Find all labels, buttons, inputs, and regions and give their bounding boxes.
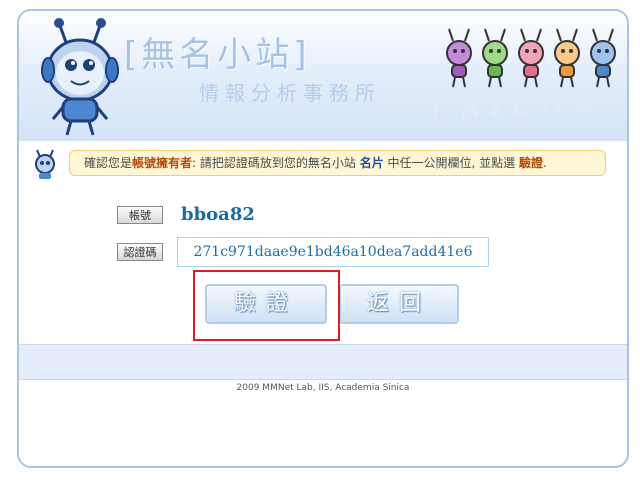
mascot-group-icon <box>446 28 616 88</box>
site-title: [無名小站] <box>124 35 311 75</box>
verify-highlight-box <box>193 270 340 341</box>
footer-bar <box>19 344 627 380</box>
instruction-message: 確認您是帳號擁有者: 請把認證碼放到您的無名小站 名片 中任一公開欄位, 並點選… <box>69 150 606 176</box>
notice-middle2: 中任一公開欄位, 並點選 <box>383 156 519 170</box>
code-label: 認證碼 <box>117 243 163 261</box>
verification-code-field[interactable]: 271c971daae9e1bd46a10dea7add41e6 <box>177 237 489 267</box>
verify-emphasis: 驗證 <box>519 156 544 170</box>
notice-prefix: 確認您是 <box>84 156 133 170</box>
mascot-small-icon <box>35 149 55 179</box>
account-value: bboa82 <box>181 204 255 225</box>
owner-emphasis: 帳號擁有者 <box>132 156 193 170</box>
site-subtitle: 情報分析事務所 <box>199 81 381 105</box>
back-button[interactable]: 返回 <box>339 284 459 324</box>
namecard-emphasis: 名片 <box>359 156 384 170</box>
copyright-text: 2009 MMNet Lab, IIS, Academia Sinica <box>236 383 410 393</box>
site-header: [無名小站] 情報分析事務所 FRIEND <box>19 11 627 141</box>
alien-mascot-icon <box>41 18 119 136</box>
main-frame: [無名小站] 情報分析事務所 FRIEND 確認您是帳號擁有者: 請把認證碼放到… <box>17 9 629 468</box>
notice-bar: 確認您是帳號擁有者: 請把認證碼放到您的無名小站 名片 中任一公開欄位, 並點選… <box>23 146 623 180</box>
notice-suffix: . <box>543 156 547 170</box>
notice-middle: : 請把認證碼放到您的無名小站 <box>192 156 360 170</box>
account-label: 帳號 <box>117 206 163 224</box>
